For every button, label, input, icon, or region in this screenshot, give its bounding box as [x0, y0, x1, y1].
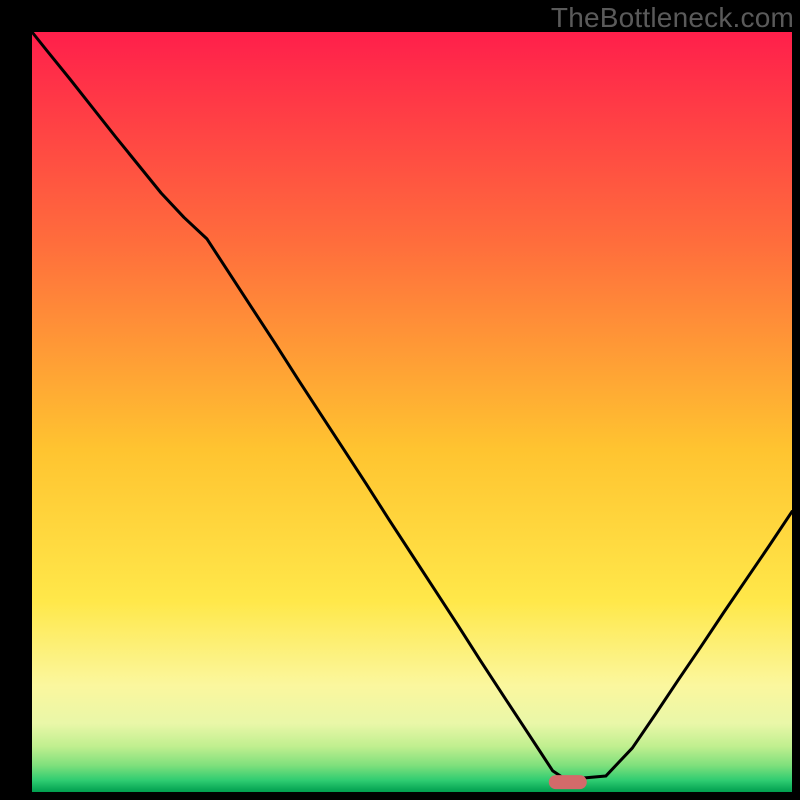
- watermark-text: TheBottleneck.com: [551, 2, 794, 34]
- chart-svg: [0, 0, 800, 800]
- bottleneck-chart: TheBottleneck.com: [0, 0, 800, 800]
- optimal-marker: [549, 775, 587, 789]
